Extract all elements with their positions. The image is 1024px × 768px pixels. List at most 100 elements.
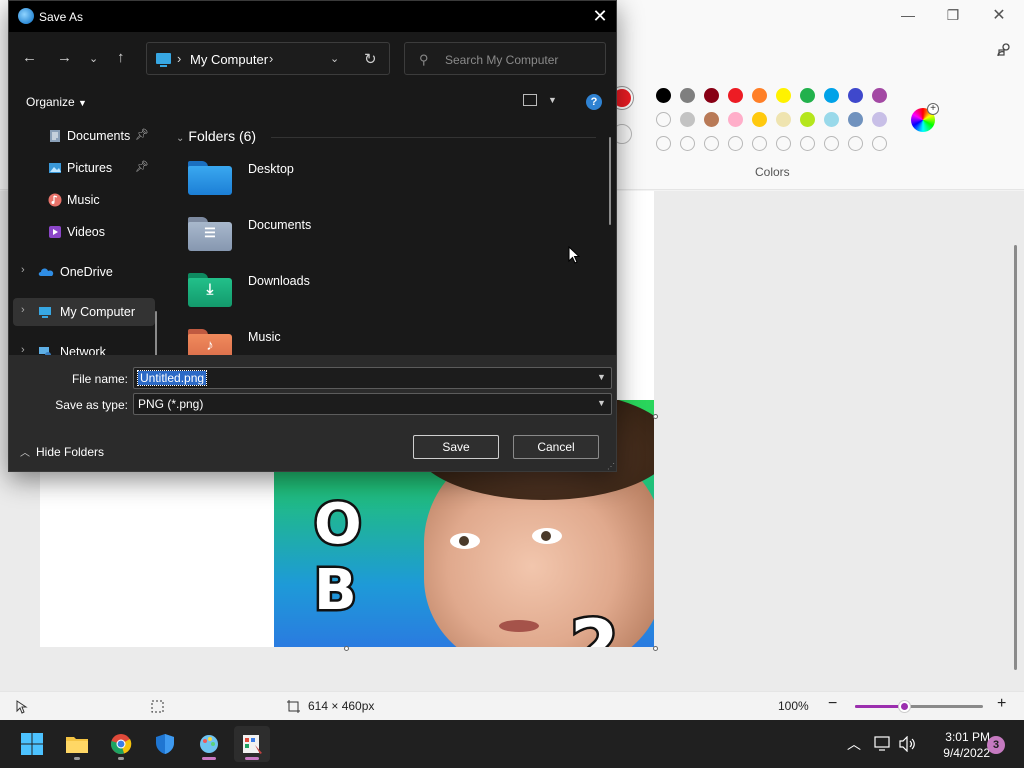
color-swatch[interactable]	[800, 88, 815, 103]
resize-handle-corner[interactable]	[653, 646, 658, 651]
taskbar-file-explorer[interactable]	[59, 726, 95, 762]
color-swatch[interactable]	[800, 112, 815, 127]
file-name-value[interactable]: Untitled.png	[136, 370, 208, 386]
breadcrumb-my-computer[interactable]: My Computer	[190, 52, 268, 67]
pin-icon[interactable]: 📌︎	[135, 160, 149, 173]
downloads-folder-icon[interactable]: ⤓	[188, 273, 232, 307]
custom-color-slot[interactable]	[848, 136, 863, 151]
color-swatch[interactable]	[776, 88, 791, 103]
color-swatch[interactable]	[728, 112, 743, 127]
file-name-input[interactable]: Untitled.png ▼	[133, 367, 612, 389]
hide-folders-button[interactable]: ︿ Hide Folders	[20, 444, 104, 459]
breadcrumb-chevron-icon[interactable]: ›	[269, 51, 273, 66]
file-list-scrollbar[interactable]	[609, 137, 611, 225]
custom-color-slot[interactable]	[656, 136, 671, 151]
zoom-slider-thumb[interactable]	[898, 700, 911, 713]
color-swatch[interactable]	[848, 88, 863, 103]
file-name-dropdown-icon[interactable]: ▼	[597, 372, 606, 382]
save-type-select[interactable]: PNG (*.png) ▼	[133, 393, 612, 415]
custom-color-slot[interactable]	[776, 136, 791, 151]
vertical-scrollbar[interactable]	[1014, 245, 1017, 670]
zoom-level[interactable]: 100%	[778, 699, 809, 713]
folder-item-desktop[interactable]: Desktop	[248, 162, 294, 176]
recent-locations-chevron-icon[interactable]: ⌄	[89, 52, 98, 67]
help-icon[interactable]: ?	[586, 94, 602, 110]
taskbar-defender[interactable]	[147, 726, 183, 762]
refresh-icon[interactable]: ↻	[364, 50, 377, 68]
color-swatch[interactable]	[680, 112, 695, 127]
sidebar-item-my-computer[interactable]: › My Computer	[13, 298, 155, 326]
share-icon[interactable]	[996, 42, 1012, 58]
desktop-folder-icon[interactable]	[188, 161, 232, 195]
folder-item-documents[interactable]: Documents	[248, 218, 311, 232]
expand-chevron-icon[interactable]: ›	[21, 264, 25, 276]
music-folder-icon[interactable]: ♪	[188, 329, 232, 355]
custom-color-slot[interactable]	[680, 136, 695, 151]
close-button[interactable]: ✕	[976, 0, 1022, 30]
taskbar-chrome[interactable]	[103, 726, 139, 762]
view-dropdown-icon[interactable]: ▼	[548, 95, 557, 105]
up-arrow-icon[interactable]: ↑	[117, 50, 125, 65]
color-swatch[interactable]	[752, 112, 767, 127]
color-swatch[interactable]	[752, 88, 767, 103]
sidebar-item-music[interactable]: Music	[9, 186, 159, 214]
pin-icon[interactable]: 📌︎	[135, 128, 149, 141]
color-swatch[interactable]	[872, 112, 887, 127]
cancel-button[interactable]: Cancel	[513, 435, 599, 459]
save-button[interactable]: Save	[413, 435, 499, 459]
taskbar-paint-3d[interactable]	[191, 726, 227, 762]
volume-icon[interactable]	[899, 736, 917, 752]
save-type-dropdown-icon[interactable]: ▼	[597, 398, 606, 408]
color-swatch[interactable]	[656, 88, 671, 103]
search-box[interactable]: ⚲ Search My Computer	[404, 42, 606, 75]
color-swatch[interactable]	[848, 112, 863, 127]
sidebar-item-network[interactable]: › Network	[9, 338, 159, 355]
resize-grip-icon[interactable]: ⋰	[607, 462, 615, 471]
network-status-icon[interactable]	[874, 736, 892, 752]
view-options-icon[interactable]	[523, 94, 537, 106]
organize-menu[interactable]: Organize ▼	[26, 95, 87, 109]
taskbar-paint[interactable]	[234, 726, 270, 762]
address-bar[interactable]: › My Computer › ⌄ ↻	[146, 42, 390, 75]
zoom-in-button[interactable]: +	[997, 695, 1006, 713]
color-swatch[interactable]	[704, 112, 719, 127]
sidebar-item-onedrive[interactable]: › OneDrive	[9, 258, 159, 286]
notification-badge[interactable]: 3	[987, 736, 1005, 754]
navigation-pane-scrollbar[interactable]	[155, 311, 157, 355]
custom-color-slot[interactable]	[824, 136, 839, 151]
color-swatch[interactable]	[824, 112, 839, 127]
custom-color-slot[interactable]	[728, 136, 743, 151]
address-dropdown-icon[interactable]: ⌄	[330, 52, 339, 65]
sidebar-item-videos[interactable]: Videos	[9, 218, 159, 246]
color-swatch[interactable]	[872, 88, 887, 103]
sidebar-item-pictures[interactable]: Pictures 📌︎	[9, 154, 159, 182]
color-swatch[interactable]	[824, 88, 839, 103]
folder-item-downloads[interactable]: Downloads	[248, 274, 310, 288]
back-arrow-icon[interactable]: ←	[22, 50, 37, 65]
custom-color-slot[interactable]	[800, 136, 815, 151]
custom-color-slot[interactable]	[656, 112, 671, 127]
search-placeholder[interactable]: Search My Computer	[445, 53, 558, 67]
resize-handle-bottom[interactable]	[344, 646, 349, 651]
folders-group-header[interactable]: ⌄ Folders (6)	[176, 128, 256, 144]
minimize-button[interactable]: —	[885, 0, 931, 30]
zoom-out-button[interactable]: −	[828, 695, 837, 713]
documents-folder-icon[interactable]: ☰	[188, 217, 232, 251]
start-button[interactable]	[14, 726, 50, 762]
custom-color-slot[interactable]	[704, 136, 719, 151]
resize-handle-right[interactable]	[653, 414, 658, 419]
expand-chevron-icon[interactable]: ›	[21, 304, 25, 316]
color-swatch[interactable]	[776, 112, 791, 127]
expand-chevron-icon[interactable]: ›	[21, 344, 25, 355]
dialog-close-button[interactable]: ✕	[589, 6, 611, 28]
folder-item-music[interactable]: Music	[248, 330, 281, 344]
custom-color-slot[interactable]	[872, 136, 887, 151]
color-swatch[interactable]	[704, 88, 719, 103]
custom-color-slot[interactable]	[752, 136, 767, 151]
edit-colors-icon[interactable]: +	[911, 103, 939, 132]
color-swatch[interactable]	[728, 88, 743, 103]
forward-arrow-icon[interactable]: →	[57, 50, 72, 65]
color-swatch[interactable]	[680, 88, 695, 103]
maximize-button[interactable]: ❐	[930, 0, 976, 30]
show-hidden-icons-chevron-icon[interactable]: ︿	[847, 734, 861, 754]
